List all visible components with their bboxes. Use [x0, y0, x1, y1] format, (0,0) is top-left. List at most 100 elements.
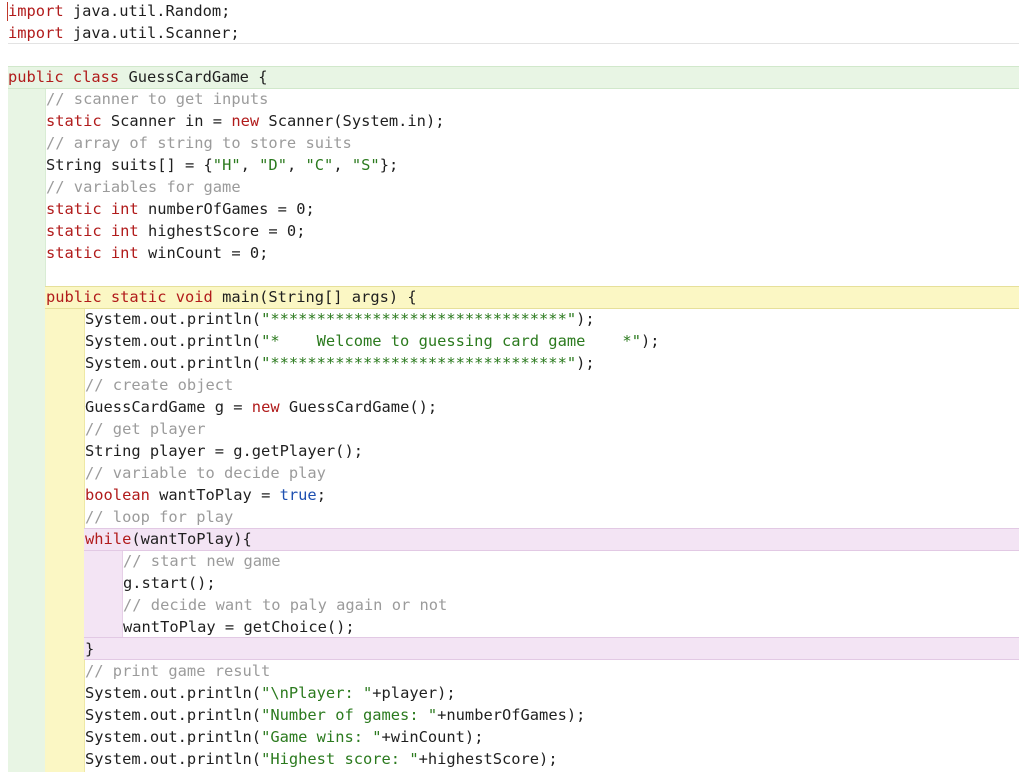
code-token: winCount = 0;: [138, 244, 269, 262]
code-line[interactable]: System.out.println("Number of games: "+n…: [85, 704, 585, 726]
code-keyword: import: [8, 2, 64, 20]
code-line[interactable]: System.out.println("Game wins: "+winCoun…: [85, 726, 483, 748]
code-line[interactable]: static int winCount = 0;: [46, 242, 268, 264]
code-token: +winCount);: [381, 728, 484, 746]
code-string: "********************************": [261, 310, 577, 328]
code-line[interactable]: // variable to decide play: [85, 462, 326, 484]
code-line[interactable]: // decide want to paly again or not: [123, 594, 447, 616]
code-token: ,: [333, 156, 352, 174]
code-token: };: [379, 156, 399, 174]
code-keyword: static: [46, 112, 102, 130]
code-comment: // loop for play: [85, 508, 234, 526]
code-comment: // variable to decide play: [85, 464, 326, 482]
code-keyword: static int: [46, 244, 139, 262]
code-line[interactable]: System.out.println("********************…: [85, 352, 595, 374]
code-string: "C": [305, 156, 334, 174]
code-string: "Game wins: ": [261, 728, 382, 746]
code-token: String player = g.getPlayer();: [85, 442, 363, 460]
code-line[interactable]: while(wantToPlay){: [85, 528, 252, 550]
code-line[interactable]: System.out.println("Highest score: "+hig…: [85, 748, 558, 770]
code-string: "D": [259, 156, 287, 174]
code-keyword: while: [85, 530, 132, 548]
code-line[interactable]: // get player: [85, 418, 205, 440]
code-token: );: [576, 310, 595, 328]
code-line[interactable]: wantToPlay = getChoice();: [123, 616, 355, 638]
code-line[interactable]: String player = g.getPlayer();: [85, 440, 363, 462]
code-keyword: public class: [8, 68, 120, 86]
code-line[interactable]: static int numberOfGames = 0;: [46, 198, 315, 220]
code-token: System.out.println(: [85, 750, 262, 768]
code-token: ,: [240, 156, 260, 174]
code-string: "Number of games: ": [261, 706, 438, 724]
code-keyword: new: [231, 112, 260, 130]
code-token: System.out.println(: [85, 332, 262, 350]
code-line[interactable]: g.start();: [123, 572, 216, 594]
code-line[interactable]: System.out.println("* Welcome to guessin…: [85, 330, 660, 352]
code-line[interactable]: System.out.println("********************…: [85, 308, 595, 330]
code-token: System.out.println(: [85, 310, 262, 328]
code-token: highestScore = 0;: [138, 222, 306, 240]
code-editor[interactable]: import java.util.Random; import java.util…: [0, 0, 1019, 772]
code-line[interactable]: // print game result: [85, 660, 270, 682]
code-token: wantToPlay = getChoice();: [123, 618, 355, 636]
code-keyword: static int: [46, 200, 139, 218]
code-token: +highestScore);: [418, 750, 558, 768]
code-line[interactable]: String suits[] = {"H", "D", "C", "S"};: [46, 154, 398, 176]
code-comment: // variables for game: [46, 178, 241, 196]
code-token: GuessCardGame {: [119, 68, 268, 86]
code-keyword: import: [8, 24, 64, 42]
code-string: "* Welcome to guessing card game *": [261, 332, 641, 350]
code-string: "S": [351, 156, 380, 174]
code-token: GuessCardGame g =: [85, 398, 252, 416]
loop-scope-gutter: [84, 551, 122, 638]
code-line[interactable]: // loop for play: [85, 506, 233, 528]
code-comment: // get player: [85, 420, 206, 438]
code-token: Scanner(System.in);: [259, 112, 445, 130]
code-keyword: boolean: [85, 486, 150, 504]
code-line[interactable]: public static void main(String[] args) {: [46, 286, 417, 308]
code-comment: // start new game: [123, 552, 281, 570]
code-line[interactable]: System.out.println("\nPlayer: "+player);: [85, 682, 456, 704]
method-scope-gutter: [45, 309, 84, 772]
code-token: GuessCardGame();: [279, 398, 438, 416]
code-literal: true: [279, 486, 317, 504]
code-keyword: public static void: [46, 288, 213, 306]
code-token: System.out.println(: [85, 706, 262, 724]
code-line[interactable]: static Scanner in = new Scanner(System.i…: [46, 110, 444, 132]
code-string: "\nPlayer: ": [261, 684, 373, 702]
code-keyword: static int: [46, 222, 139, 240]
code-token: System.out.println(: [85, 728, 262, 746]
code-line[interactable]: // start new game: [123, 550, 281, 572]
code-line[interactable]: }: [85, 638, 94, 660]
loop-scope-footer: [84, 637, 1019, 660]
code-comment: // print game result: [85, 662, 271, 680]
code-token: Scanner in =: [101, 112, 232, 130]
code-token: }: [85, 640, 95, 658]
code-token: String suits[] = {: [46, 156, 213, 174]
code-string: "H": [212, 156, 241, 174]
code-line[interactable]: // variables for game: [46, 176, 241, 198]
code-token: main(String[] args) {: [212, 288, 417, 306]
code-line[interactable]: static int highestScore = 0;: [46, 220, 305, 242]
code-line[interactable]: boolean wantToPlay = true;: [85, 484, 326, 506]
code-token: ;: [316, 486, 326, 504]
code-token: wantToPlay =: [149, 486, 280, 504]
code-line[interactable]: GuessCardGame g = new GuessCardGame();: [85, 396, 437, 418]
code-line[interactable]: public class GuessCardGame {: [8, 66, 267, 88]
code-token: g.start();: [123, 574, 216, 592]
code-line[interactable]: // scanner to get inputs: [46, 88, 268, 110]
code-token: ,: [286, 156, 306, 174]
code-line[interactable]: // create object: [85, 374, 233, 396]
code-comment: // scanner to get inputs: [46, 90, 269, 108]
class-scope-gutter: [8, 89, 45, 772]
code-line[interactable]: import java.util.Random;: [8, 0, 230, 22]
code-comment: // array of string to store suits: [46, 134, 352, 152]
code-string: "Highest score: ": [261, 750, 419, 768]
code-keyword: new: [251, 398, 280, 416]
code-token: +player);: [372, 684, 456, 702]
code-comment: // create object: [85, 376, 234, 394]
code-line[interactable]: // array of string to store suits: [46, 132, 352, 154]
code-line[interactable]: import java.util.Scanner;: [8, 22, 240, 44]
code-token: +numberOfGames);: [437, 706, 586, 724]
code-token: java.util.Random;: [63, 2, 231, 20]
